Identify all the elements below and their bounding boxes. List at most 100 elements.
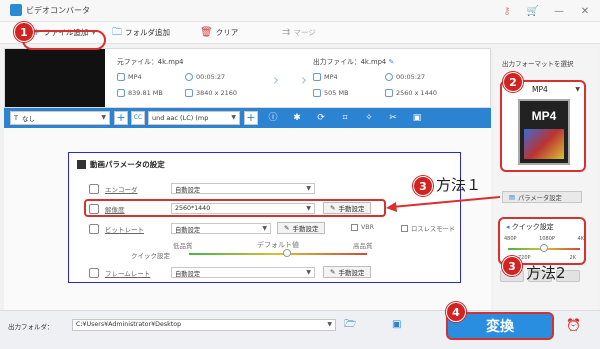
source-file-name: 元ファイル：4k.mp4 [117, 56, 183, 66]
chevron-down-icon: ▼ [327, 321, 332, 328]
watermark-icon[interactable]: ▣ [410, 111, 424, 125]
checkbox-box[interactable] [401, 225, 408, 232]
alarm-clock-icon[interactable]: ⏰ [566, 318, 581, 332]
cart-icon[interactable]: 🛒 [526, 4, 540, 18]
key-icon[interactable]: ⚷ [500, 4, 514, 18]
src-size-value: 839.81 MB [128, 89, 163, 97]
bitrate-manual-button[interactable]: ✎ 手動設定 [277, 222, 326, 234]
add-audio-button[interactable]: + [244, 111, 258, 125]
slider-knob[interactable] [283, 249, 291, 257]
quick-title-text: クイック設定 [511, 223, 554, 231]
merge-button[interactable]: ⇉ マージ [282, 27, 316, 38]
encoder-select[interactable]: 自動設定 ▼ [171, 183, 315, 194]
quality-slider[interactable] [189, 249, 367, 257]
effects-icon[interactable]: ✱ [290, 111, 304, 125]
clock-icon [185, 73, 193, 81]
clear-button[interactable]: 🗑 クリア [200, 27, 238, 38]
resolution-highlight [84, 199, 386, 217]
format-name: MP4 [532, 85, 548, 94]
manual-label: 手動設定 [292, 225, 319, 233]
film-icon [524, 129, 564, 159]
tick-label: 480P [504, 236, 517, 242]
high-quality-text: 高品質 [353, 242, 373, 250]
chevron-down-icon: ▼ [262, 225, 267, 232]
minimize-icon[interactable]: — [552, 4, 566, 18]
chevron-down-icon: ▼ [575, 86, 580, 93]
framerate-manual-button[interactable]: ✎ 手動設定 [323, 266, 372, 278]
audio-track-select[interactable]: und aac (LC) (mp ▼ [148, 111, 240, 125]
out-size-value: 505 MB [324, 89, 349, 97]
chevron-down-icon: ▼ [306, 269, 311, 276]
quick-setting-text: クイック設定 [131, 252, 170, 260]
output-path-value: C:¥Users¥Administrator¥Desktop [76, 321, 182, 328]
rotate-icon[interactable]: ⟳ [314, 111, 328, 125]
add-folder-button[interactable]: 🗀 フォルダ追加 [112, 27, 170, 38]
slider-track[interactable] [189, 253, 367, 255]
high-quality-label: 高品質 [353, 240, 373, 250]
folder-icon: 🗀 [112, 26, 122, 38]
chevron-down-icon: ▼ [231, 114, 236, 121]
src-format: MP4 [117, 73, 142, 81]
parameter-settings-button[interactable]: ▤ パラメータ設定 [502, 191, 582, 203]
encoder-icon [89, 184, 99, 194]
file-item[interactable]: 元ファイル：4k.mp4 MP4 00:05:27 839.81 MB 3840… [4, 48, 491, 108]
video-icon [77, 160, 86, 169]
chevron-down-icon: ▼ [101, 114, 106, 121]
checkbox-box[interactable] [351, 224, 358, 231]
out-format-value: MP4 [324, 73, 338, 81]
edit-pencil-icon[interactable]: ✎ [388, 58, 394, 66]
crop-icon[interactable]: ⌗ [338, 111, 352, 125]
magic-wand-icon[interactable]: ✧ [362, 111, 376, 125]
bitrate-label: ビットレート [105, 226, 144, 234]
step-badge-4: 4 [446, 302, 466, 322]
step-badge-3-b: 3 [502, 256, 522, 276]
output-file-value: 4k.mp4 [360, 58, 387, 66]
subtitle-select[interactable]: T なし ▼ [10, 111, 110, 125]
mp4-icon-text: MP4 [531, 109, 557, 123]
trash-icon: 🗑 [200, 26, 213, 38]
close-icon[interactable]: ✕ [578, 4, 592, 18]
lossless-checkbox[interactable]: ロスレスモード [401, 224, 455, 233]
add-subtitle-button[interactable]: + [114, 111, 128, 125]
framerate-select-value: 自動設定 [175, 271, 201, 278]
quick-slider-knob[interactable] [540, 244, 548, 252]
cc-icon[interactable]: CC [131, 111, 145, 125]
src-resolution-value: 3840 x 2160 [196, 89, 238, 97]
output-file-name: 出力ファイル：4k.mp4 ✎ [313, 56, 394, 66]
tick-label: 2K [569, 255, 576, 261]
app-window: ビデオコンバータ ⚷ 🛒 — ✕ + ファイル追加 ▼ 🗀 フォルダ追加 🗑 ク… [0, 0, 600, 349]
add-file-highlight [22, 30, 106, 50]
edit-toolbar: T なし ▼ + CC und aac (LC) (mp ▼ + ⓘ ✱ ⟳ ⌗ ✧ … [4, 108, 491, 128]
scissors-icon[interactable]: ✂ [386, 111, 400, 125]
browse-folder-icon[interactable]: ▣ [392, 320, 404, 330]
folder-open-icon[interactable]: 🗁 [344, 320, 356, 330]
output-format-selector[interactable]: MP4 ▼ MP4 [500, 80, 586, 172]
quick-ticks-bottom: 720P 2K [518, 255, 576, 261]
low-quality-label: 低品質 [173, 240, 193, 250]
mp4-format-icon: MP4 [518, 99, 570, 165]
vbr-checkbox[interactable]: VBR [351, 224, 374, 231]
app-logo-icon [10, 4, 22, 16]
settings-icon: ▤ [509, 193, 515, 201]
info-icon[interactable]: ⓘ [266, 111, 280, 125]
merge-icon: ⇉ [282, 26, 291, 38]
src-format-value: MP4 [128, 73, 142, 81]
param-button-label: パラメータ設定 [517, 194, 562, 202]
step-badge-1: 1 [14, 22, 34, 42]
src-size: 839.81 MB [117, 89, 163, 97]
bitrate-icon [89, 224, 99, 234]
bitrate-row: ビットレート [89, 224, 144, 234]
framerate-select[interactable]: 自動設定 ▼ [171, 267, 315, 278]
size-icon [117, 89, 125, 97]
out-duration: 00:05:27 [385, 73, 425, 81]
chevron-right-icon: › [300, 69, 308, 89]
add-folder-label: フォルダ追加 [125, 28, 170, 37]
video-thumbnail[interactable] [5, 49, 105, 107]
output-folder-select[interactable]: C:¥Users¥Administrator¥Desktop ▼ [72, 319, 336, 331]
bitrate-select[interactable]: 自動設定 ▼ [171, 223, 271, 234]
source-file-value: 4k.mp4 [157, 58, 184, 66]
size-icon [313, 89, 321, 97]
out-duration-value: 00:05:27 [396, 73, 426, 81]
out-resolution-value: 2560 x 1440 [396, 89, 438, 97]
src-duration: 00:05:27 [185, 73, 225, 81]
